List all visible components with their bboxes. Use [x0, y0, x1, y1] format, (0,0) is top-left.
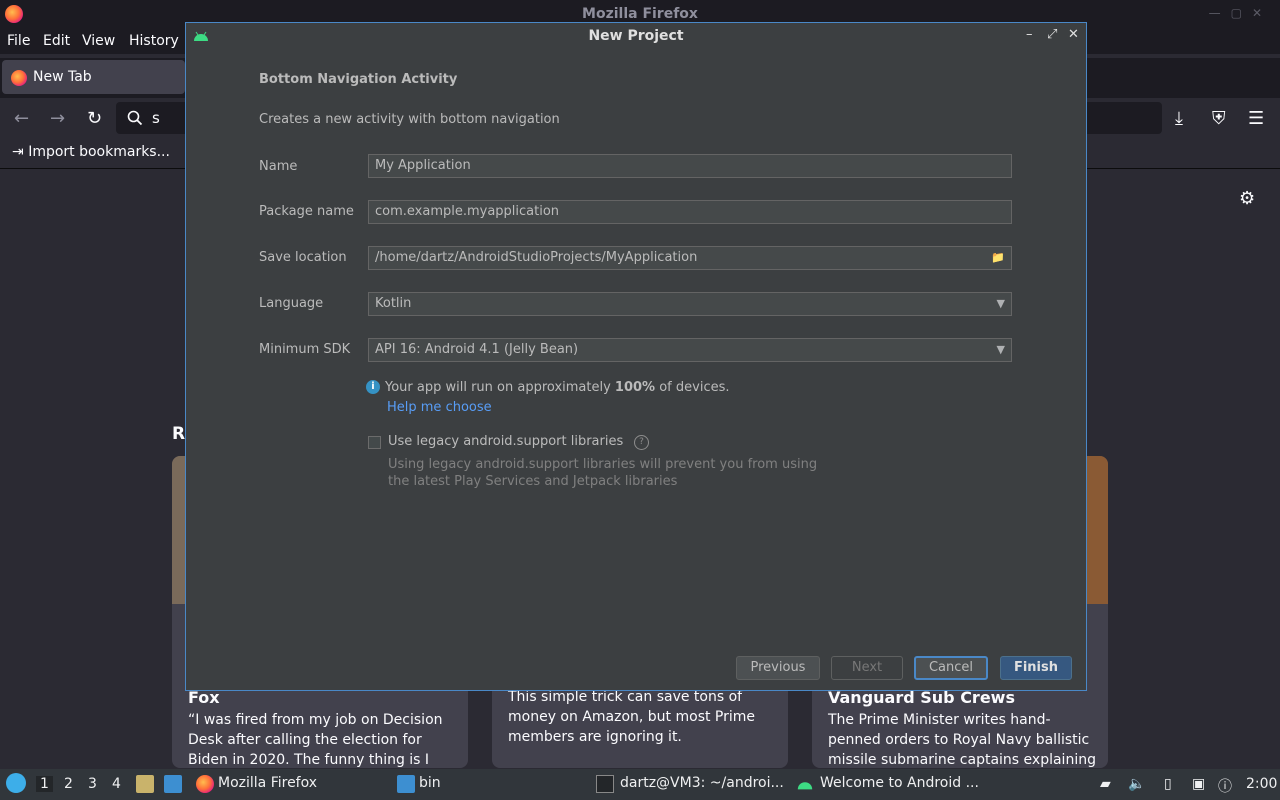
tab-label: New Tab — [33, 69, 92, 85]
menu-view[interactable]: View — [82, 33, 115, 49]
menu-history[interactable]: History — [129, 33, 179, 49]
task-firefox[interactable]: Mozilla Firefox — [218, 775, 317, 791]
forward-icon[interactable]: → — [50, 108, 65, 129]
story-text: “I was fired from my job on Decision Des… — [188, 712, 443, 768]
previous-button[interactable]: Previous — [736, 656, 820, 680]
workspace-1[interactable]: 1 — [36, 776, 53, 792]
legacy-support-checkbox[interactable] — [368, 436, 381, 449]
minimum-sdk-value: API 16: Android 4.1 (Jelly Bean) — [375, 342, 579, 357]
workspace-4[interactable]: 4 — [112, 776, 121, 792]
terminal-icon — [596, 775, 614, 793]
back-icon[interactable]: ← — [14, 108, 29, 129]
ublock-shield-icon[interactable]: ⛨ — [1212, 108, 1226, 129]
activity-heading: Bottom Navigation Activity — [259, 72, 458, 87]
chevron-down-icon: ▼ — [996, 343, 1005, 356]
name-label: Name — [259, 159, 298, 174]
recommended-heading: R — [172, 424, 186, 444]
window-title: Mozilla Firefox — [582, 6, 698, 22]
minimize-icon[interactable]: – — [1026, 27, 1033, 42]
android-icon — [797, 782, 813, 790]
dialog-title: New Project — [588, 28, 684, 44]
close-icon[interactable]: ✕ — [1252, 6, 1272, 20]
minimum-sdk-select[interactable]: API 16: Android 4.1 (Jelly Bean) ▼ — [368, 338, 1012, 362]
help-icon[interactable]: ? — [634, 435, 649, 450]
reload-icon[interactable]: ↻ — [87, 108, 102, 129]
restore-icon[interactable]: ⤢ — [1047, 27, 1057, 42]
file-manager-launcher-icon[interactable] — [136, 775, 154, 793]
legacy-support-label[interactable]: Use legacy android.support libraries — [388, 434, 623, 449]
minimize-icon[interactable]: — — [1209, 6, 1231, 20]
help-me-choose-link[interactable]: Help me choose — [387, 400, 492, 415]
legacy-note-line1: Using legacy android.support libraries w… — [388, 457, 818, 472]
cancel-button[interactable]: Cancel — [914, 656, 988, 680]
tab-new-tab[interactable]: New Tab — [2, 60, 185, 94]
language-value: Kotlin — [375, 296, 412, 311]
notes-icon[interactable]: ▯ — [1164, 776, 1172, 792]
import-bookmarks-link[interactable]: ⇥ Import bookmarks... — [12, 144, 170, 160]
save-location-value: /home/dartz/AndroidStudioProjects/MyAppl… — [375, 250, 698, 265]
story-text: The Prime Minister writes hand-penned or… — [828, 712, 1096, 768]
firefox-tab-icon — [11, 70, 27, 86]
device-coverage-text: Your app will run on approximately 100% … — [385, 380, 730, 395]
language-label: Language — [259, 296, 324, 311]
url-text: s — [152, 109, 160, 127]
coverage-prefix: Your app will run on approximately — [385, 380, 615, 395]
folder-icon — [397, 775, 415, 793]
info-icon: i — [366, 380, 380, 394]
close-icon[interactable]: ✕ — [1068, 27, 1079, 42]
search-icon — [127, 110, 143, 126]
story-text: This simple trick can save tons of money… — [508, 689, 756, 745]
finish-button[interactable]: Finish — [1000, 656, 1072, 680]
chevron-down-icon: ▼ — [996, 297, 1005, 310]
package-name-value: com.example.myapplication — [375, 204, 560, 219]
legacy-note-line2: the latest Play Services and Jetpack lib… — [388, 474, 678, 489]
window-controls: —▢✕ — [1209, 6, 1272, 20]
app-launcher-icon[interactable] — [6, 773, 26, 793]
taskbar: 1 2 3 4 Mozilla Firefox bin dartz@VM3: ~… — [0, 769, 1280, 800]
package-name-label: Package name — [259, 204, 354, 219]
volume-icon[interactable]: 🔈 — [1128, 776, 1145, 792]
firefox-task-icon — [196, 775, 214, 793]
package-name-field[interactable]: com.example.myapplication — [368, 200, 1012, 224]
gear-icon[interactable]: ⚙ — [1239, 188, 1255, 209]
folder-browse-icon[interactable]: 📁 — [991, 247, 1005, 269]
name-value: My Application — [375, 158, 471, 173]
workspace-3[interactable]: 3 — [88, 776, 97, 792]
dialog-titlebar: New Project – ⤢ ✕ — [186, 23, 1086, 50]
save-location-label: Save location — [259, 250, 347, 265]
task-android-studio[interactable]: Welcome to Android ... — [820, 775, 979, 791]
download-icon[interactable]: ⤓ — [1175, 108, 1183, 129]
next-button[interactable]: Next — [831, 656, 903, 680]
network-icon[interactable]: ▣ — [1192, 776, 1205, 792]
save-location-field[interactable]: /home/dartz/AndroidStudioProjects/MyAppl… — [368, 246, 1012, 270]
notification-icon[interactable]: ⓘ — [1218, 776, 1232, 796]
workspace-2[interactable]: 2 — [64, 776, 73, 792]
menu-file[interactable]: File — [7, 33, 30, 49]
import-bookmarks-label: Import bookmarks... — [28, 144, 170, 160]
clipboard-icon[interactable]: ▰ — [1100, 776, 1111, 792]
task-bin[interactable]: bin — [419, 775, 441, 791]
new-project-dialog: New Project – ⤢ ✕ Bottom Navigation Acti… — [185, 22, 1087, 691]
activity-description: Creates a new activity with bottom navig… — [259, 112, 560, 127]
app-menu-icon[interactable]: ☰ — [1248, 108, 1264, 129]
name-field[interactable]: My Application — [368, 154, 1012, 178]
clock: 2:00 — [1246, 776, 1278, 792]
maximize-icon[interactable]: ▢ — [1231, 6, 1252, 20]
menu-edit[interactable]: Edit — [43, 33, 70, 49]
coverage-percent: 100% — [614, 380, 656, 395]
language-select[interactable]: Kotlin ▼ — [368, 292, 1012, 316]
minimum-sdk-label: Minimum SDK — [259, 342, 351, 357]
task-terminal[interactable]: dartz@VM3: ~/androi... — [620, 775, 784, 791]
coverage-suffix: of devices. — [655, 380, 730, 395]
show-desktop-icon[interactable] — [164, 775, 182, 793]
